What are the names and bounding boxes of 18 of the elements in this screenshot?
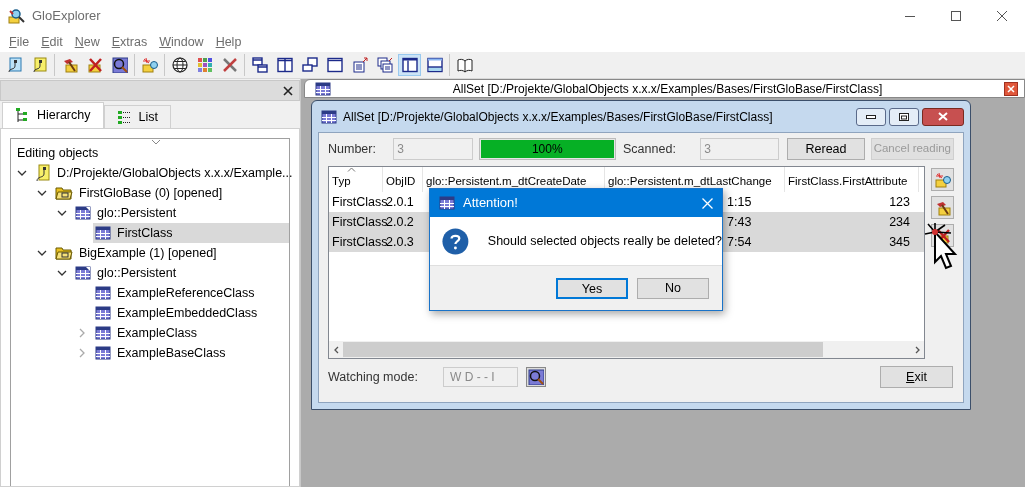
window-title: GloExplorer bbox=[32, 7, 101, 26]
tree-heading: Editing objects bbox=[16, 145, 100, 162]
watching-mode-field: W D - - I bbox=[443, 367, 518, 387]
table-cell: 7:43 bbox=[727, 214, 752, 229]
table-cell-text: 123 bbox=[888, 193, 911, 211]
scanned-field: 3 bbox=[700, 138, 780, 160]
table-cell-text: 234 bbox=[888, 213, 911, 231]
table-cell: 1:15 bbox=[727, 194, 752, 209]
table-cell: 7:54 bbox=[727, 234, 752, 249]
progress-text: 100% bbox=[530, 141, 564, 158]
number-field: 3 bbox=[393, 138, 473, 160]
field-label: Scanned: bbox=[623, 140, 677, 158]
field-label: Number: bbox=[328, 140, 377, 158]
field-label: Watching mode: bbox=[328, 368, 419, 386]
window-title: AllSet [D:/Projekte/GlobalObjects x.x.x/Examples/Bases/FirstGloBase/FirstClass] bbox=[343, 108, 773, 126]
dialog-message: Should selected objects really be deleted? bbox=[487, 232, 722, 250]
table-cell-text: 345 bbox=[888, 233, 911, 251]
dialog-title: Attention! bbox=[463, 194, 518, 213]
